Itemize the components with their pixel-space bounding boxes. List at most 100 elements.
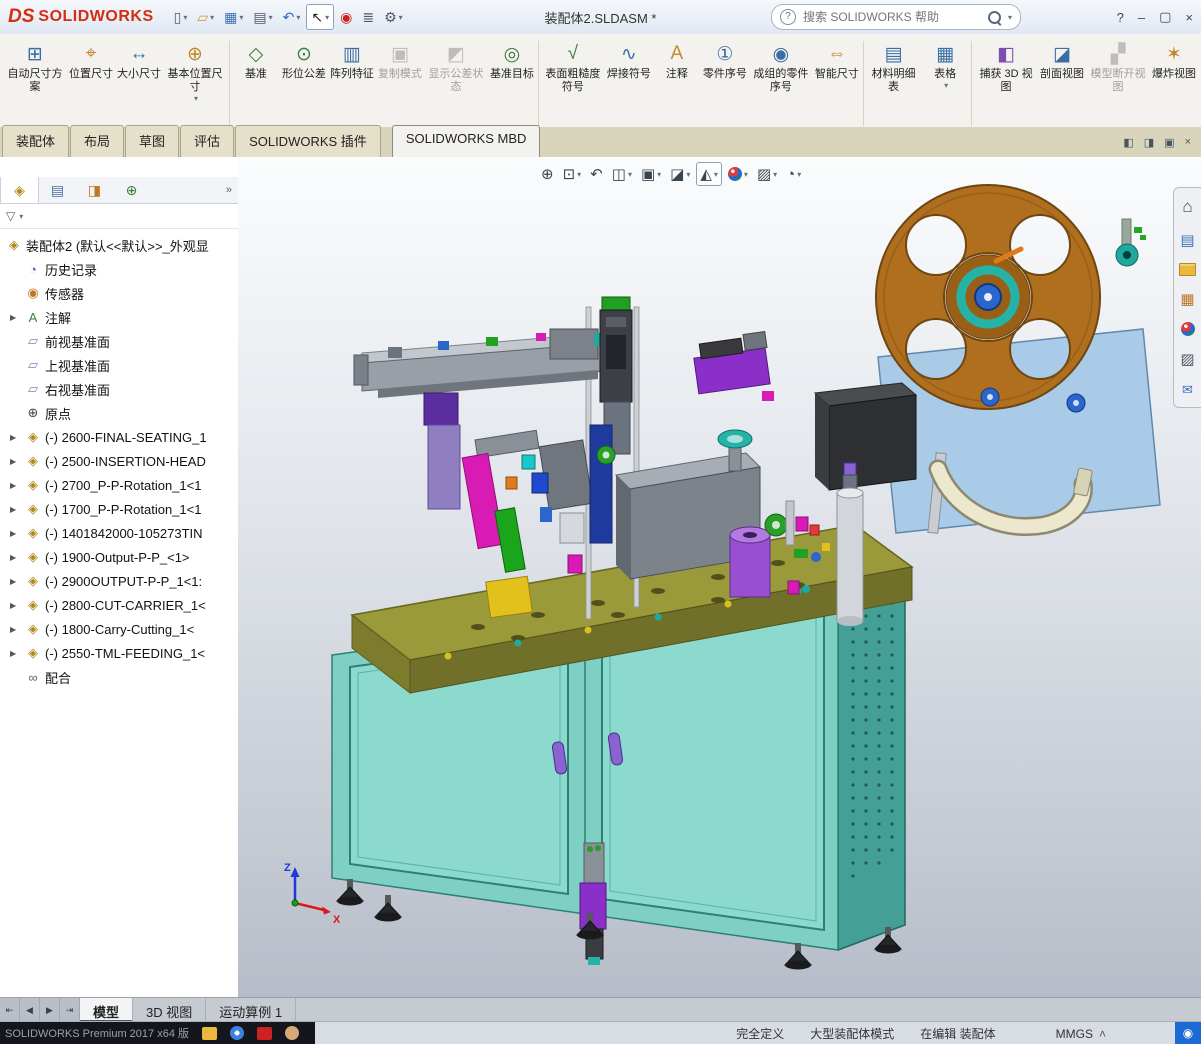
apply-scene-icon[interactable]: ▨ ▾	[754, 163, 780, 185]
pattern-feature-button[interactable]: ▥ 阵列特征	[328, 37, 376, 130]
tree-item-annotations[interactable]: ▶ A 注解	[0, 305, 238, 329]
solidworks-resources-icon[interactable]: ⌂	[1182, 197, 1192, 217]
tree-item-mates[interactable]: ∞ 配合	[0, 665, 238, 689]
size-dimension-button[interactable]: ↔ 大小尺寸	[115, 37, 163, 130]
expand-arrow-icon[interactable]: ▶	[10, 529, 21, 538]
configurationmanager-tab-icon[interactable]: ◨	[76, 177, 113, 203]
dropdown-caret[interactable]: ▾	[325, 13, 329, 22]
maximize-button[interactable]: ▢	[1159, 9, 1171, 25]
doc-close-icon[interactable]: ×	[1185, 136, 1191, 149]
geometric-tolerance-button[interactable]: ⊙ 形位公差	[280, 37, 328, 130]
tree-item-history[interactable]: ◔ 历史记录	[0, 257, 238, 281]
tree-item-component[interactable]: ▶ ◈ (-) 2550-TML-FEEDING_1<	[0, 641, 238, 665]
custom-properties-icon[interactable]: ▨	[1180, 350, 1194, 368]
tree-item-component[interactable]: ▶ ◈ (-) 1800-Carry-Cutting_1<	[0, 617, 238, 641]
tree-item-top-plane[interactable]: ▱ 上视基准面	[0, 353, 238, 377]
edit-appearance-icon[interactable]: ▾	[725, 165, 751, 183]
zoom-to-area-icon[interactable]: ⊡ ▾	[560, 163, 585, 185]
tab-evaluate[interactable]: 评估	[180, 125, 235, 157]
dropdown-caret[interactable]: ▾	[628, 170, 632, 179]
copy-scheme-button[interactable]: ▣ 复制模式	[376, 37, 424, 130]
expand-arrow-icon[interactable]: ▶	[10, 601, 21, 610]
featuremanager-tab-icon[interactable]: ◈	[0, 177, 39, 203]
dropdown-caret[interactable]: ▾	[19, 212, 23, 221]
section-view-icon[interactable]: ◫ ▾	[609, 163, 635, 185]
auto-dimension-scheme-button[interactable]: ⊞ 自动尺寸方案	[3, 37, 67, 130]
tab-assembly[interactable]: 装配体	[2, 125, 70, 157]
units-caret-icon[interactable]: ˄	[1099, 1027, 1106, 1041]
save-button[interactable]: ▦ ▾	[220, 5, 247, 29]
tree-item-component[interactable]: ▶ ◈ (-) 2500-INSERTION-HEAD	[0, 449, 238, 473]
tree-item-component[interactable]: ▶ ◈ (-) 2800-CUT-CARRIER_1<	[0, 593, 238, 617]
units-selector[interactable]: MMGS	[1056, 1027, 1093, 1041]
dropdown-caret[interactable]: ▾	[657, 170, 661, 179]
taskbar-folder-icon[interactable]	[202, 1026, 218, 1040]
file-properties-button[interactable]: ≣	[358, 5, 378, 29]
tray-icon[interactable]: ◉	[1175, 1022, 1201, 1044]
tab-3d-views[interactable]: 3D 视图	[133, 998, 207, 1022]
view-orientation-icon[interactable]: ▣ ▾	[638, 163, 664, 185]
dropdown-caret[interactable]: ▾	[944, 81, 948, 90]
show-tolerance-status-button[interactable]: ◩ 显示公差状态	[424, 37, 488, 130]
doc-restore-icon[interactable]: ▣	[1164, 136, 1174, 149]
balloon-button[interactable]: ① 零件序号	[701, 37, 749, 130]
location-dimension-button[interactable]: ⌖ 位置尺寸	[67, 37, 115, 130]
panel-expand-chevron[interactable]: »	[220, 184, 238, 196]
print-button[interactable]: ▤ ▾	[249, 5, 276, 29]
exploded-view-button[interactable]: ✶ 爆炸视图	[1150, 37, 1198, 130]
dropdown-caret[interactable]: ▾	[714, 170, 718, 179]
filter-funnel-icon[interactable]: ▽	[6, 209, 15, 223]
tree-item-component[interactable]: ▶ ◈ (-) 1700_P-P-Rotation_1<1	[0, 497, 238, 521]
expand-arrow-icon[interactable]: ▶	[10, 625, 21, 634]
expand-arrow-icon[interactable]: ▶	[10, 457, 21, 466]
bill-of-materials-button[interactable]: ▤ 材料明细表	[866, 37, 921, 130]
dropdown-caret[interactable]: ▾	[210, 13, 214, 22]
dropdown-caret[interactable]: ▾	[239, 13, 243, 22]
options-button[interactable]: ⚙ ▾	[380, 5, 407, 29]
expand-arrow-icon[interactable]: ▶	[10, 553, 21, 562]
expand-arrow-icon[interactable]: ▶	[10, 313, 21, 322]
tree-item-right-plane[interactable]: ▱ 右视基准面	[0, 377, 238, 401]
tree-item-origin[interactable]: ⊕ 原点	[0, 401, 238, 425]
next-sheet-icon[interactable]: ▶	[40, 998, 60, 1022]
new-button[interactable]: ▯ ▾	[170, 5, 192, 29]
search-caret[interactable]: ▾	[1008, 13, 1012, 22]
expand-arrow-icon[interactable]: ▶	[10, 505, 21, 514]
taskbar-browser-icon[interactable]	[230, 1026, 245, 1040]
propertymanager-tab-icon[interactable]: ▤	[39, 177, 76, 203]
tree-item-sensors[interactable]: ◉ 传感器	[0, 281, 238, 305]
hide-show-items-icon[interactable]: ◭ ▾	[696, 162, 722, 186]
dropdown-caret[interactable]: ▾	[797, 170, 801, 179]
dropdown-caret[interactable]: ▾	[183, 13, 187, 22]
last-sheet-icon[interactable]: ⇥	[60, 998, 80, 1022]
graphics-area[interactable]: Z X ⊕ ⊡ ▾ ↶ ◫ ▾ ▣ ▾ ◪ ▾ ◭ ▾ ▾ ▨ ▾ ◔ ▾ ⌂ ▤ ▦	[238, 157, 1201, 997]
basic-location-dimension-button[interactable]: ⊕ 基本位置尺寸 ▾	[163, 37, 227, 130]
zoom-to-fit-icon[interactable]: ⊕	[538, 163, 557, 185]
previous-view-icon[interactable]: ↶	[587, 163, 606, 185]
tab-sketch[interactable]: 草图	[125, 125, 180, 157]
tab-solidworks-mbd[interactable]: SOLIDWORKS MBD	[391, 125, 541, 157]
tree-root[interactable]: ◈ 装配体2 (默认<<默认>>_外观显	[0, 233, 238, 257]
tab-solidworks-addins[interactable]: SOLIDWORKS 插件	[235, 125, 381, 157]
dropdown-caret[interactable]: ▾	[773, 170, 777, 179]
expand-arrow-icon[interactable]: ▶	[10, 433, 21, 442]
datum-button[interactable]: ◇ 基准	[232, 37, 280, 130]
design-library-icon[interactable]: ▤	[1180, 231, 1194, 249]
displaymanager-tab-icon[interactable]	[150, 177, 187, 203]
tab-model[interactable]: 模型	[80, 998, 134, 1022]
select-button[interactable]: ↖ ▾	[306, 4, 335, 30]
view-palette-icon[interactable]: ▦	[1180, 290, 1194, 308]
tree-item-component[interactable]: ▶ ◈ (-) 2700_P-P-Rotation_1<1	[0, 473, 238, 497]
first-sheet-icon[interactable]: ⇤	[0, 998, 20, 1022]
model-break-view-button[interactable]: ▞ 模型断开视图	[1086, 37, 1150, 130]
search-icon[interactable]	[987, 10, 1001, 24]
minimize-button[interactable]: –	[1138, 10, 1145, 25]
dropdown-caret[interactable]: ▾	[269, 13, 273, 22]
prev-sheet-icon[interactable]: ◀	[20, 998, 40, 1022]
tables-button[interactable]: ▦ 表格 ▾	[921, 37, 969, 130]
tab-motion-study-1[interactable]: 运动算例 1	[206, 998, 297, 1022]
expand-arrow-icon[interactable]: ▶	[10, 649, 21, 658]
help-button[interactable]: ?	[1117, 10, 1124, 25]
dropdown-caret[interactable]: ▾	[296, 13, 300, 22]
dropdown-caret[interactable]: ▾	[399, 13, 403, 22]
